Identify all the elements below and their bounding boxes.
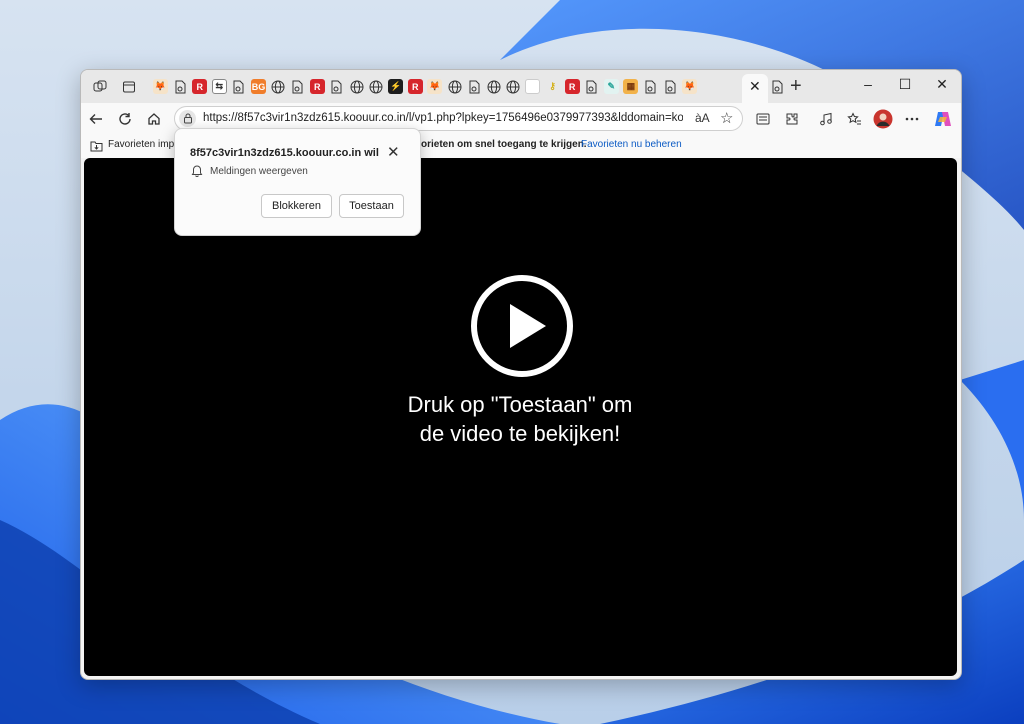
fox-tab-favicon-icon[interactable]: 🦊 <box>153 79 168 94</box>
copilot-icon[interactable] <box>932 108 954 130</box>
red-tab-favicon-icon[interactable]: R <box>192 79 208 94</box>
red-tab-favicon-icon[interactable]: R <box>564 79 580 94</box>
manage-favorites-link[interactable]: Favorieten nu beheren <box>581 139 682 150</box>
fox-tab-favicon-icon[interactable]: 🦊 <box>427 79 443 94</box>
media-icon[interactable] <box>815 108 837 130</box>
lock-icon[interactable] <box>179 110 196 127</box>
video-message: Druk op "Toestaan" om de video te bekijk… <box>320 390 720 448</box>
new-tab-button[interactable]: + <box>790 75 802 98</box>
tab-actions-icon[interactable] <box>118 76 140 98</box>
page-tab-favicon-icon[interactable] <box>663 79 678 94</box>
back-icon[interactable] <box>85 108 107 130</box>
arrows-tab-favicon-icon[interactable]: ⇆ <box>211 79 227 94</box>
close-window-button[interactable]: ✕ <box>927 76 957 93</box>
popup-permission-text: Meldingen weergeven <box>210 166 308 177</box>
orange-bg-tab-favicon-icon[interactable]: BG <box>251 79 266 94</box>
favorite-star-icon[interactable]: ☆ <box>720 109 733 127</box>
red-tab-favicon-icon[interactable]: R <box>309 79 325 94</box>
maximize-button[interactable]: ☐ <box>890 76 920 93</box>
refresh-icon[interactable] <box>114 108 136 130</box>
globe-tab-favicon-icon[interactable] <box>506 79 521 94</box>
red-tab-favicon-icon[interactable]: R <box>407 79 423 94</box>
page-tab-favicon-icon[interactable] <box>173 79 188 94</box>
globe-tab-favicon-icon[interactable] <box>349 79 364 94</box>
key-tab-favicon-icon[interactable]: ⚷ <box>545 79 560 94</box>
page-tab-favicon-icon[interactable] <box>290 79 305 94</box>
extensions-icon[interactable] <box>781 108 803 130</box>
read-aloud-icon[interactable]: àA <box>695 111 710 125</box>
page-tab-favicon-icon[interactable] <box>584 79 599 94</box>
globe-tab-favicon-icon[interactable] <box>369 79 384 94</box>
page-tab-favicon-icon[interactable] <box>231 79 246 94</box>
url-text[interactable]: https://8f57c3vir1n3zdz615.koouur.co.in/… <box>203 112 683 124</box>
tiger-tab-favicon-icon[interactable]: ▦ <box>623 79 639 94</box>
allow-button[interactable]: Toestaan <box>339 194 404 218</box>
green-bolt-tab-favicon-icon[interactable]: ⚡ <box>388 79 404 94</box>
video-message-line-2: de video te bekijken! <box>419 421 621 446</box>
import-favorites-icon[interactable] <box>90 139 103 157</box>
video-message-line-1: Druk op "Toestaan" om <box>407 392 633 417</box>
home-icon[interactable] <box>143 108 165 130</box>
popup-title: 8f57c3vir1n3zdz615.koouur.co.in wil <box>190 147 379 159</box>
page-tab-favicon-icon[interactable] <box>329 79 344 94</box>
workspaces-icon[interactable] <box>89 76 111 98</box>
popup-close-icon[interactable]: ✕ <box>387 143 400 161</box>
minimize-button[interactable]: – <box>853 76 883 92</box>
favorites-hint: orieten om snel toegang te krijgen. <box>421 139 587 150</box>
leaf-tab-favicon-icon[interactable]: ✎ <box>603 79 619 94</box>
globe-tab-favicon-icon[interactable] <box>447 79 462 94</box>
block-button[interactable]: Blokkeren <box>261 194 332 218</box>
profile-avatar[interactable] <box>872 108 894 130</box>
import-favorites-link[interactable]: Favorieten impo <box>108 139 180 150</box>
play-icon[interactable] <box>470 274 574 378</box>
globe-tab-favicon-icon[interactable] <box>271 79 286 94</box>
page-tab-favicon-icon[interactable] <box>643 79 658 94</box>
bell-icon <box>191 164 203 182</box>
favorites-icon[interactable] <box>843 108 865 130</box>
tab-strip: 🦊 R ⇆ BG R ⚡ R 🦊 ⚷ R ✎ ▦ 🦊 ✕ + – ☐ ✕ <box>81 70 961 103</box>
reading-view-icon[interactable] <box>752 108 774 130</box>
page-tab-favicon-icon[interactable] <box>467 79 482 94</box>
globe-tab-favicon-icon[interactable] <box>486 79 501 94</box>
close-tab-icon[interactable]: ✕ <box>749 78 761 95</box>
page-tab-favicon-icon[interactable] <box>770 79 785 94</box>
more-menu-icon[interactable] <box>901 108 923 130</box>
fox-tab-favicon-icon[interactable]: 🦊 <box>682 79 698 94</box>
white-tab-favicon-icon[interactable] <box>525 79 541 94</box>
notification-permission-popup: 8f57c3vir1n3zdz615.koouur.co.in wil ✕ Me… <box>174 128 421 236</box>
